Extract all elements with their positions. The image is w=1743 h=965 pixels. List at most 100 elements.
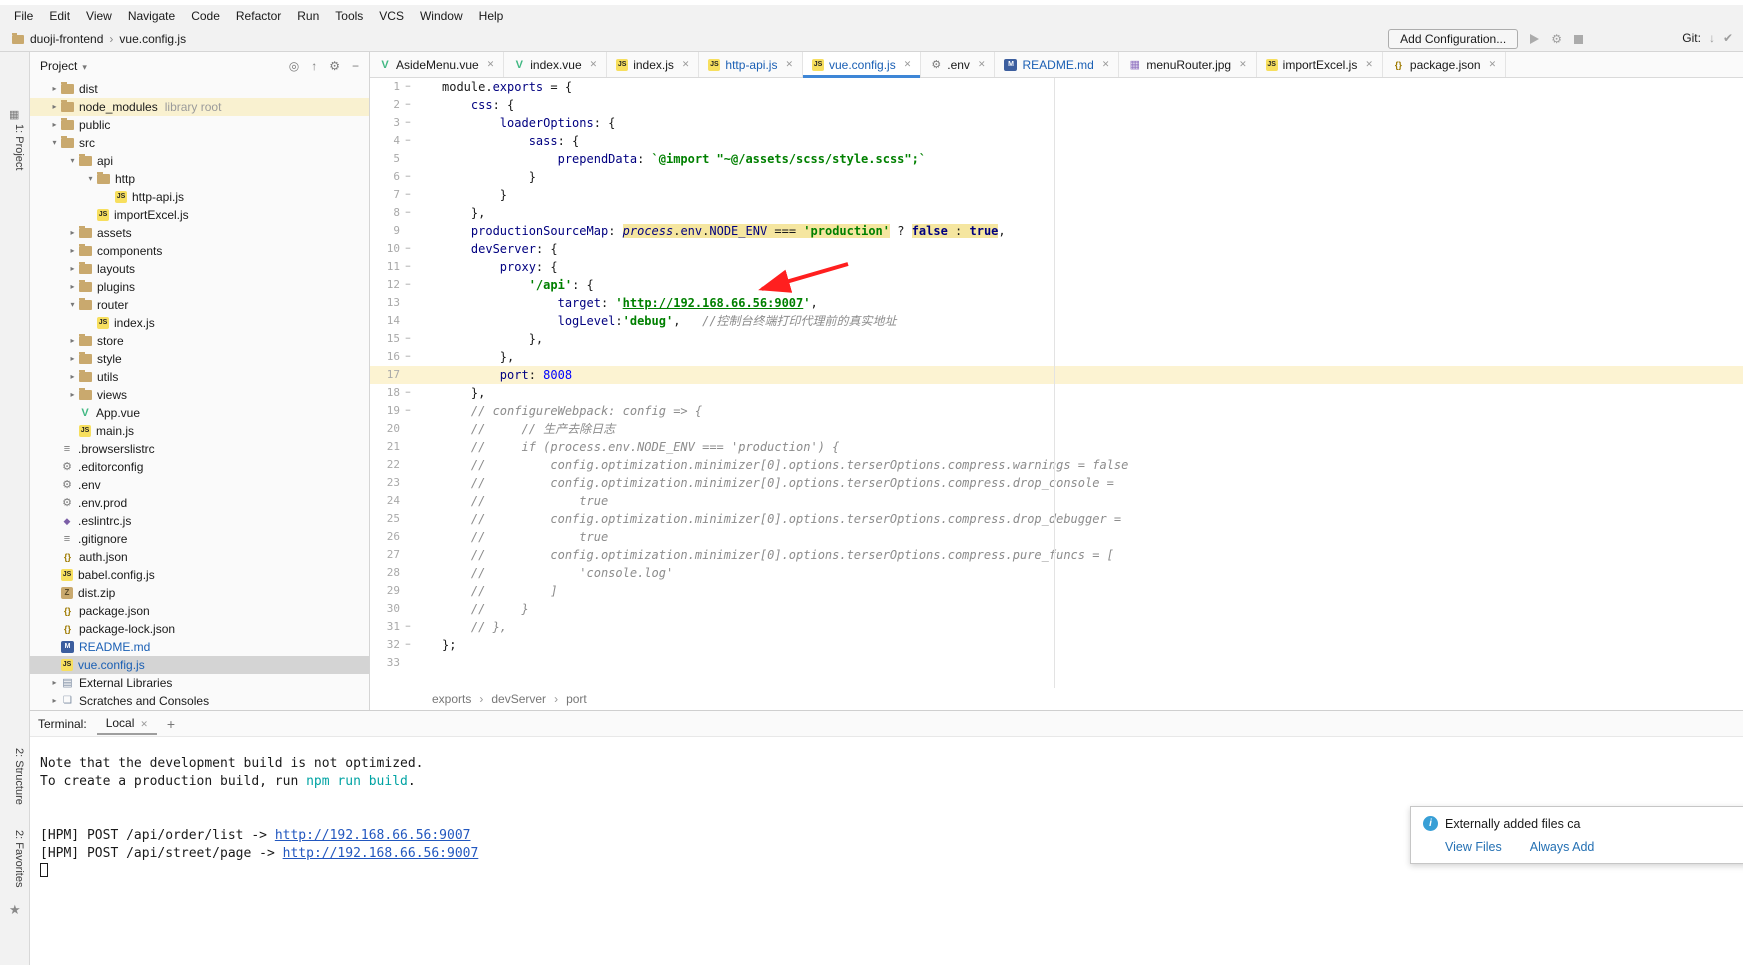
fold-icon[interactable]: − <box>400 96 416 114</box>
tree-item-router[interactable]: ▾router <box>30 296 369 314</box>
tree-arrow-icon[interactable]: ▾ <box>48 134 61 152</box>
tree-item-dist[interactable]: ▸dist <box>30 80 369 98</box>
code-line[interactable]: 6− } <box>370 168 1743 186</box>
favorites-star-icon[interactable]: ★ <box>9 902 21 918</box>
editor-tab-vue.config.js[interactable]: JSvue.config.js✕ <box>803 52 921 77</box>
tree-item-store[interactable]: ▸store <box>30 332 369 350</box>
tree-arrow-icon[interactable]: ▸ <box>48 674 61 692</box>
tree-item-auth.json[interactable]: {}auth.json <box>30 548 369 566</box>
fold-icon[interactable]: − <box>400 240 416 258</box>
tree-item-vue.config.js[interactable]: JSvue.config.js <box>30 656 369 674</box>
code-line[interactable]: 14 logLevel:'debug', //控制台终端打印代理前的真实地址 <box>370 312 1743 330</box>
fold-icon[interactable]: − <box>400 384 416 402</box>
run-icon[interactable] <box>1530 34 1539 44</box>
project-panel-title[interactable]: Project <box>40 59 77 73</box>
tree-item-package.json[interactable]: {}package.json <box>30 602 369 620</box>
code-editor[interactable]: 1−module.exports = {2− css: {3− loaderOp… <box>370 78 1743 672</box>
fold-icon[interactable]: − <box>400 132 416 150</box>
code-line[interactable]: 1−module.exports = { <box>370 78 1743 96</box>
menu-item-help[interactable]: Help <box>471 5 512 27</box>
editor-tab-index.js[interactable]: JSindex.js✕ <box>607 52 699 77</box>
menu-item-vcs[interactable]: VCS <box>371 5 412 27</box>
tree-arrow-icon[interactable]: ▸ <box>48 116 61 134</box>
editor-tab-http-api.js[interactable]: JShttp-api.js✕ <box>699 52 803 77</box>
code-line[interactable]: 33 <box>370 654 1743 672</box>
fold-icon[interactable]: − <box>400 276 416 294</box>
fold-icon[interactable]: − <box>400 204 416 222</box>
tree-arrow-icon[interactable]: ▸ <box>66 332 79 350</box>
hide-panel-icon[interactable]: − <box>352 59 359 73</box>
tree-item-api[interactable]: ▾api <box>30 152 369 170</box>
code-line[interactable]: 16− }, <box>370 348 1743 366</box>
code-line[interactable]: 31− // }, <box>370 618 1743 636</box>
tree-item-main.js[interactable]: JSmain.js <box>30 422 369 440</box>
code-line[interactable]: 9 productionSourceMap: process.env.NODE_… <box>370 222 1743 240</box>
code-line[interactable]: 15− }, <box>370 330 1743 348</box>
fold-icon[interactable]: − <box>400 402 416 420</box>
tree-arrow-icon[interactable]: ▸ <box>66 242 79 260</box>
code-line[interactable]: 24 // true <box>370 492 1743 510</box>
code-line[interactable]: 3− loaderOptions: { <box>370 114 1743 132</box>
fold-icon[interactable]: − <box>400 258 416 276</box>
terminal-label[interactable]: Terminal: <box>38 717 87 731</box>
tree-arrow-icon[interactable]: ▸ <box>66 368 79 386</box>
fold-icon[interactable]: − <box>400 330 416 348</box>
tool-window-favorites[interactable]: 2: Favorites <box>13 830 25 887</box>
tree-item-http[interactable]: ▾http <box>30 170 369 188</box>
editor-tab-.env[interactable]: ⚙.env✕ <box>921 52 995 77</box>
tree-arrow-icon[interactable]: ▸ <box>66 260 79 278</box>
code-line[interactable]: 27 // config.optimization.minimizer[0].o… <box>370 546 1743 564</box>
code-line[interactable]: 22 // config.optimization.minimizer[0].o… <box>370 456 1743 474</box>
code-line[interactable]: 18− }, <box>370 384 1743 402</box>
close-icon[interactable]: ✕ <box>785 59 793 70</box>
code-line[interactable]: 28 // 'console.log' <box>370 564 1743 582</box>
code-line[interactable]: 2− css: { <box>370 96 1743 114</box>
editor-tab-AsideMenu.vue[interactable]: VAsideMenu.vue✕ <box>370 52 504 77</box>
close-icon[interactable]: ✕ <box>904 59 912 70</box>
fold-icon[interactable]: − <box>400 78 416 96</box>
locate-file-icon[interactable]: ◎ <box>289 59 299 73</box>
fold-icon[interactable]: − <box>400 618 416 636</box>
menu-item-edit[interactable]: Edit <box>41 5 78 27</box>
code-line[interactable]: 8− }, <box>370 204 1743 222</box>
tree-arrow-icon[interactable]: ▸ <box>48 692 61 710</box>
breadcrumb-port[interactable]: port <box>564 692 589 706</box>
tree-item-components[interactable]: ▸components <box>30 242 369 260</box>
editor-tab-package.json[interactable]: {}package.json✕ <box>1383 52 1506 77</box>
tree-item-babel.config.js[interactable]: JSbabel.config.js <box>30 566 369 584</box>
tree-item-dist.zip[interactable]: Zdist.zip <box>30 584 369 602</box>
code-line[interactable]: 17 port: 8008 <box>370 366 1743 384</box>
tree-item-public[interactable]: ▸public <box>30 116 369 134</box>
code-line[interactable]: 29 // ] <box>370 582 1743 600</box>
tree-item-assets[interactable]: ▸assets <box>30 224 369 242</box>
tree-item-layouts[interactable]: ▸layouts <box>30 260 369 278</box>
tool-window-project[interactable]: 1: Project <box>13 124 25 170</box>
breadcrumb-file[interactable]: vue.config.js <box>119 32 186 46</box>
fold-icon[interactable]: − <box>400 114 416 132</box>
editor-tab-README.md[interactable]: MREADME.md✕ <box>995 52 1119 77</box>
fold-icon[interactable]: − <box>400 186 416 204</box>
tree-arrow-icon[interactable]: ▸ <box>66 224 79 242</box>
tree-item-.eslintrc.js[interactable]: ◆.eslintrc.js <box>30 512 369 530</box>
menu-item-window[interactable]: Window <box>412 5 471 27</box>
tree-item-.env[interactable]: ⚙.env <box>30 476 369 494</box>
breadcrumb-devServer[interactable]: devServer <box>489 692 548 706</box>
close-icon[interactable] <box>140 716 148 730</box>
tree-item-App.vue[interactable]: VApp.vue <box>30 404 369 422</box>
code-line[interactable]: 30 // } <box>370 600 1743 618</box>
tree-arrow-icon[interactable]: ▸ <box>48 98 61 116</box>
new-terminal-icon[interactable] <box>167 716 175 732</box>
tree-arrow-icon[interactable]: ▾ <box>84 170 97 188</box>
code-line[interactable]: 13 target: 'http://192.168.66.56:9007', <box>370 294 1743 312</box>
code-line[interactable]: 26 // true <box>370 528 1743 546</box>
menu-item-file[interactable]: File <box>6 5 41 27</box>
tree-item-index.js[interactable]: JSindex.js <box>30 314 369 332</box>
always-add-link[interactable]: Always Add <box>1530 840 1595 854</box>
fold-icon[interactable]: − <box>400 168 416 186</box>
tree-item-.env.prod[interactable]: ⚙.env.prod <box>30 494 369 512</box>
view-files-link[interactable]: View Files <box>1445 840 1502 854</box>
editor-tab-index.vue[interactable]: Vindex.vue✕ <box>504 52 607 77</box>
code-line[interactable]: 25 // config.optimization.minimizer[0].o… <box>370 510 1743 528</box>
tree-arrow-icon[interactable]: ▾ <box>66 296 79 314</box>
tree-arrow-icon[interactable]: ▾ <box>66 152 79 170</box>
